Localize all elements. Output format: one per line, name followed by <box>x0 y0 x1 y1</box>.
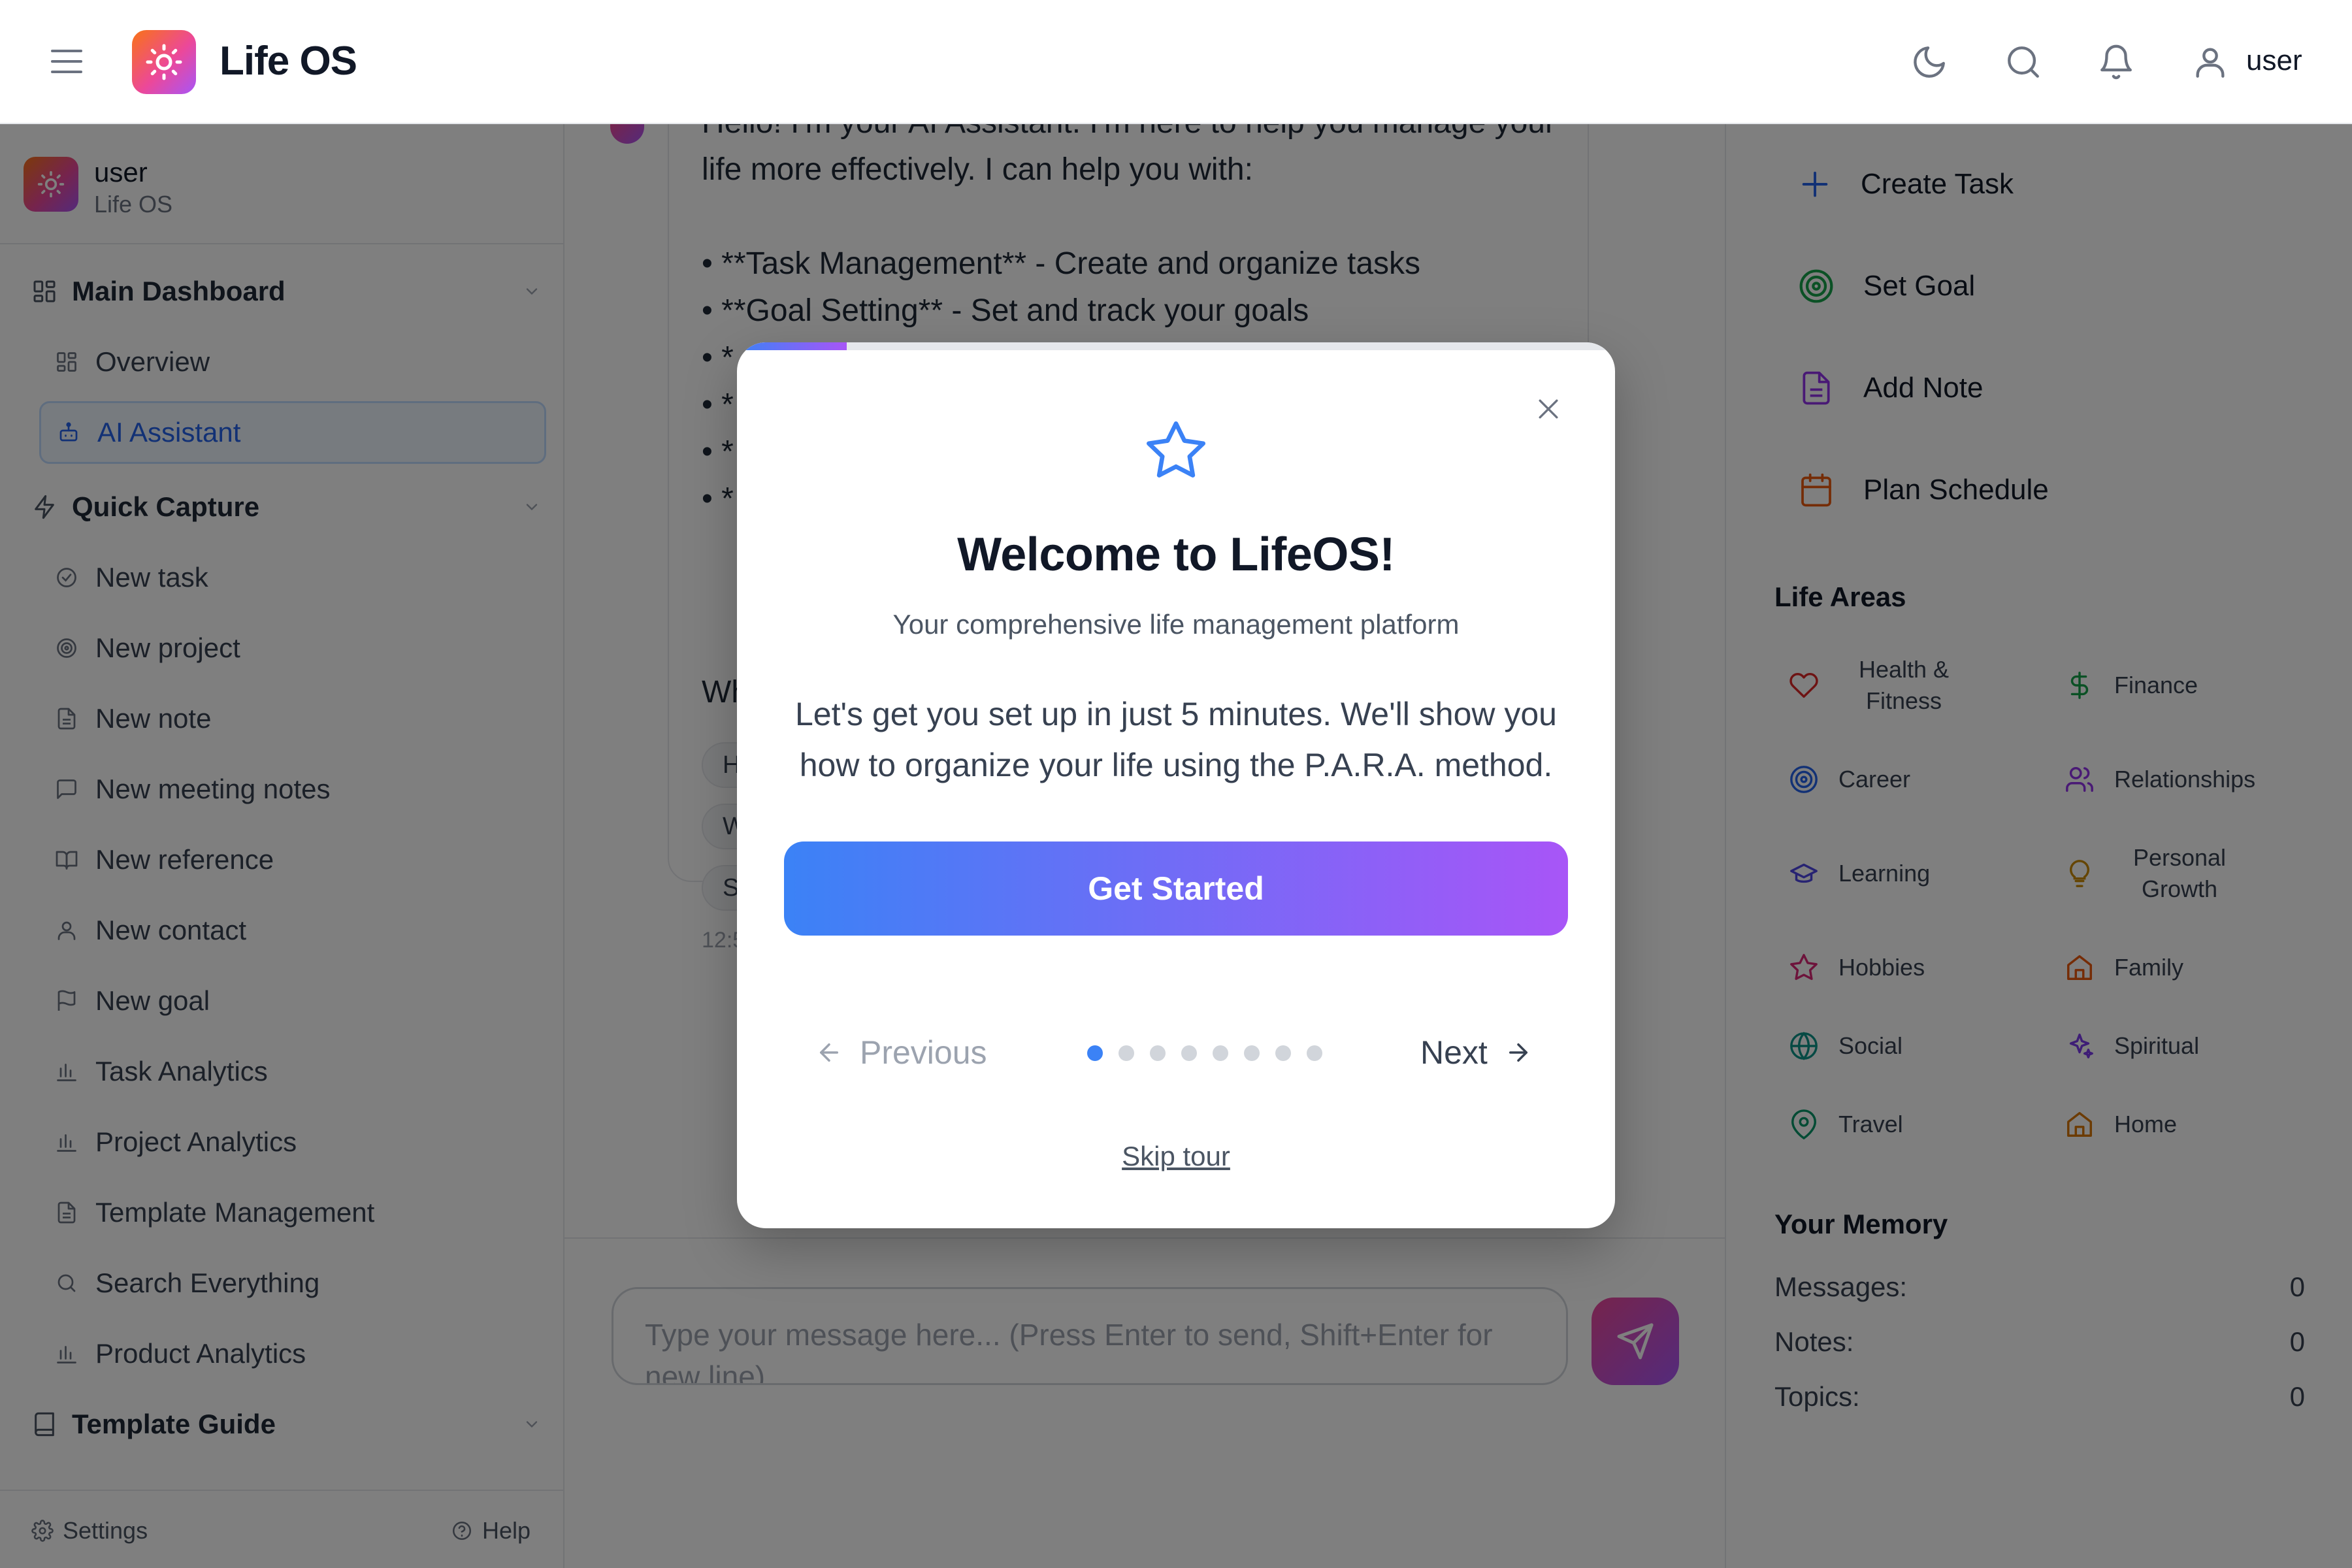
app-logo <box>132 30 196 94</box>
tour-step-dot[interactable] <box>1307 1045 1322 1061</box>
arrow-right-icon <box>1509 1043 1527 1062</box>
star-icon <box>1143 418 1209 483</box>
get-started-button[interactable]: Get Started <box>784 841 1568 936</box>
onboarding-modal: Welcome to LifeOS! Your comprehensive li… <box>737 342 1615 1228</box>
menu-icon[interactable] <box>50 47 84 76</box>
tour-step-dot[interactable] <box>1119 1045 1134 1061</box>
app-title: Life OS <box>220 39 357 84</box>
search-icon[interactable] <box>2004 43 2042 81</box>
arrow-left-icon <box>820 1043 838 1062</box>
tour-step-indicator <box>1087 1045 1338 1061</box>
tour-step-dot[interactable] <box>1213 1045 1228 1061</box>
sun-icon <box>146 44 182 80</box>
tour-step-dot[interactable] <box>1181 1045 1197 1061</box>
user-icon[interactable] <box>2191 43 2229 81</box>
tour-step-dot[interactable] <box>1087 1045 1103 1061</box>
close-icon <box>1539 399 1558 419</box>
top-header: Life OS user <box>0 0 2352 124</box>
tour-progress-fill <box>737 342 847 350</box>
skip-tour-link[interactable]: Skip tour <box>737 1141 1615 1172</box>
next-button[interactable]: Next <box>1420 1030 1532 1075</box>
previous-button[interactable]: Previous <box>815 1030 987 1075</box>
tour-step-dot[interactable] <box>1150 1045 1166 1061</box>
header-user-label[interactable]: user <box>2246 44 2302 77</box>
close-button[interactable] <box>1529 389 1568 429</box>
modal-title: Welcome to LifeOS! <box>957 529 1395 581</box>
modal-subtitle: Your comprehensive life management platf… <box>892 609 1460 640</box>
tour-step-dot[interactable] <box>1244 1045 1260 1061</box>
bell-icon[interactable] <box>2097 43 2135 81</box>
modal-body: Let's get you set up in just 5 minutes. … <box>795 696 1557 783</box>
tour-progress-bar <box>737 342 1615 350</box>
tour-step-dot[interactable] <box>1275 1045 1291 1061</box>
moon-icon[interactable] <box>1910 43 1948 81</box>
